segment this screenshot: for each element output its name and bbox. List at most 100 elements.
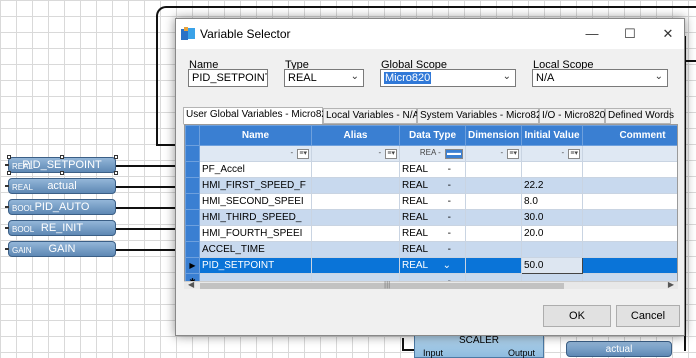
cell-data-type[interactable]: REAL - <box>399 193 466 210</box>
cell-alias[interactable] <box>311 193 400 210</box>
filter-icon[interactable]: ≡▾ <box>568 149 580 159</box>
scrollbar-thumb[interactable] <box>200 283 564 289</box>
tab-local-variables[interactable]: Local Variables - N/A <box>323 108 419 124</box>
dropdown-icon[interactable]: - <box>448 244 451 255</box>
filter-name[interactable]: - ≡▾ <box>199 145 312 162</box>
cell-name[interactable]: HMI_FOURTH_SPEEI <box>199 225 312 242</box>
cell-initial-value[interactable] <box>521 241 583 258</box>
cell-comment[interactable] <box>582 177 677 194</box>
tab-defined-words[interactable]: Defined Words <box>605 108 674 124</box>
cell-alias[interactable] <box>311 257 400 274</box>
cell-dimension[interactable] <box>465 161 522 178</box>
cell-initial-value[interactable]: 20.0 <box>521 225 583 242</box>
cell-comment[interactable] <box>582 225 677 242</box>
filter-data-type[interactable]: REA - ▬▬ <box>399 145 466 162</box>
cell-alias[interactable] <box>311 241 400 258</box>
horizontal-scrollbar[interactable]: ◀ ||| ▶ <box>184 280 678 289</box>
filter-icon[interactable]: ≡▾ <box>297 149 309 159</box>
variable-block-pid-auto[interactable]: BOOL PID_AUTO <box>5 199 116 215</box>
cancel-button[interactable]: Cancel <box>616 305 680 327</box>
cell-comment[interactable] <box>582 241 677 258</box>
column-header-alias[interactable]: Alias <box>311 125 400 146</box>
dropdown-icon[interactable]: - <box>448 212 451 223</box>
cell-name[interactable]: ACCEL_TIME <box>199 241 312 258</box>
dropdown-icon[interactable]: - <box>448 180 451 191</box>
table-row[interactable]: HMI_THIRD_SPEED_ REAL - 30.0 <box>185 209 677 226</box>
table-row[interactable]: HMI_FOURTH_SPEEI REAL - 20.0 <box>185 225 677 242</box>
cell-alias[interactable] <box>311 177 400 194</box>
column-header-comment[interactable]: Comment <box>582 125 677 146</box>
tab-user-global-variables[interactable]: User Global Variables - Micro820 <box>183 107 333 125</box>
name-field[interactable]: PID_SETPOINT <box>188 69 268 87</box>
filter-comment[interactable] <box>582 145 677 162</box>
resize-handle[interactable] <box>114 155 118 159</box>
maximize-button[interactable]: ☐ <box>612 19 648 49</box>
cell-name[interactable]: HMI_THIRD_SPEED_ <box>199 209 312 226</box>
dropdown-icon[interactable]: - <box>448 196 451 207</box>
scroll-left-icon[interactable]: ◀ <box>188 280 194 289</box>
cell-dimension[interactable] <box>465 177 522 194</box>
table-row[interactable]: PF_Accel REAL - <box>185 161 677 178</box>
dropdown-icon[interactable]: - <box>448 164 451 175</box>
cell-alias[interactable] <box>311 225 400 242</box>
cell-name[interactable]: PF_Accel <box>199 161 312 178</box>
cell-comment[interactable] <box>582 257 677 274</box>
cell-comment[interactable] <box>582 161 677 178</box>
global-scope-select[interactable]: Micro820 ⌄ <box>380 69 516 87</box>
minimize-button[interactable]: — <box>574 19 610 49</box>
tab-io[interactable]: I/O - Micro820 <box>539 108 605 124</box>
filter-icon[interactable]: ≡▾ <box>385 149 397 159</box>
column-header-initial-value[interactable]: Initial Value <box>521 125 583 146</box>
variable-block-actual-output[interactable]: actual <box>566 341 672 357</box>
dropdown-icon[interactable]: ⌄ <box>443 260 451 271</box>
variable-block-actual[interactable]: REAL actual <box>5 178 116 194</box>
cell-initial-value[interactable]: 22.2 <box>521 177 583 194</box>
filter-dimension[interactable]: - ≡▾ <box>465 145 522 162</box>
cell-comment[interactable] <box>582 193 677 210</box>
close-button[interactable]: ✕ <box>650 19 686 49</box>
cell-initial-value[interactable]: 30.0 <box>521 209 583 226</box>
cell-comment[interactable] <box>582 209 677 226</box>
title-bar[interactable]: Variable Selector — ☐ ✕ <box>176 19 684 49</box>
cell-dimension[interactable] <box>465 193 522 210</box>
table-row-selected[interactable]: ▶ PID_SETPOINT REAL ⌄ 50.0 <box>185 257 677 274</box>
variable-block-gain[interactable]: GAIN GAIN <box>5 241 116 257</box>
variable-block-pid-setpoint[interactable]: REAL PID_SETPOINT <box>5 155 118 175</box>
scroll-right-icon[interactable]: ▶ <box>668 280 674 289</box>
tab-system-variables[interactable]: System Variables - Micro820 <box>417 108 547 124</box>
cell-data-type[interactable]: REAL - <box>399 177 466 194</box>
resize-handle[interactable] <box>7 171 11 175</box>
column-header-name[interactable]: Name <box>199 125 312 146</box>
cell-name[interactable]: HMI_FIRST_SPEED_F <box>199 177 312 194</box>
local-scope-select[interactable]: N/A ⌄ <box>532 69 668 87</box>
ok-button[interactable]: OK <box>543 305 611 327</box>
cell-dimension[interactable] <box>465 209 522 226</box>
table-row[interactable]: ACCEL_TIME REAL - <box>185 241 677 258</box>
cell-data-type[interactable]: REAL - <box>399 241 466 258</box>
cell-alias[interactable] <box>311 161 400 178</box>
table-row[interactable]: HMI_FIRST_SPEED_F REAL - 22.2 <box>185 177 677 194</box>
filter-icon[interactable]: ▬▬ <box>445 149 463 159</box>
cell-data-type[interactable]: REAL - <box>399 209 466 226</box>
cell-dimension[interactable] <box>465 225 522 242</box>
resize-handle[interactable] <box>114 171 118 175</box>
column-header-dimension[interactable]: Dimension <box>465 125 522 146</box>
filter-initial-value[interactable]: - ≡▾ <box>521 145 583 162</box>
cell-dimension[interactable] <box>465 257 522 274</box>
resize-handle[interactable] <box>60 171 64 175</box>
cell-name[interactable]: PID_SETPOINT <box>199 257 312 274</box>
cell-dimension[interactable] <box>465 241 522 258</box>
table-row[interactable]: HMI_SECOND_SPEEI REAL - 8.0 <box>185 193 677 210</box>
cell-data-type[interactable]: REAL - <box>399 161 466 178</box>
cell-data-type[interactable]: REAL ⌄ <box>399 257 466 274</box>
cell-data-type[interactable]: REAL - <box>399 225 466 242</box>
resize-handle[interactable] <box>60 155 64 159</box>
type-select[interactable]: REAL ⌄ <box>284 69 364 87</box>
column-header-data-type[interactable]: Data Type <box>399 125 466 146</box>
cell-initial-value[interactable] <box>521 161 583 178</box>
resize-handle[interactable] <box>7 155 11 159</box>
cell-initial-value[interactable]: 50.0 <box>521 257 583 274</box>
dropdown-icon[interactable]: - <box>448 228 451 239</box>
cell-name[interactable]: HMI_SECOND_SPEEI <box>199 193 312 210</box>
variable-block-re-init[interactable]: BOOL RE_INIT <box>5 220 116 236</box>
